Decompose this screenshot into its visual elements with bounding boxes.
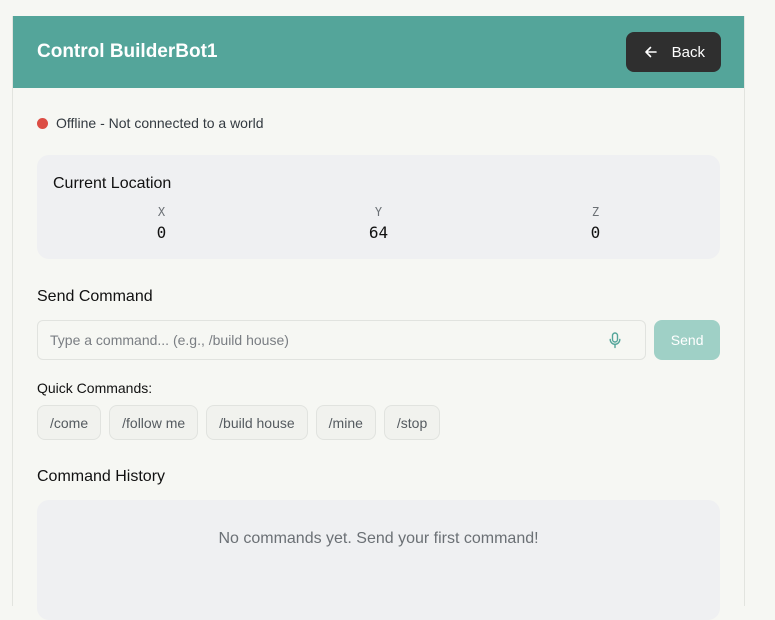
status-text: Offline - Not connected to a world [56, 115, 264, 131]
status-indicator-dot [37, 117, 48, 129]
send-command-title: Send Command [37, 288, 153, 305]
quick-command-come[interactable]: /come [37, 405, 102, 440]
command-input-row: Send [37, 320, 720, 360]
send-button[interactable]: Send [654, 320, 720, 360]
quick-command-follow-me[interactable]: /follow me [109, 405, 199, 440]
coord-z-label: Z [591, 205, 600, 219]
quick-command-mine[interactable]: /mine [315, 405, 376, 440]
coord-z: Z 0 [487, 205, 704, 242]
back-button[interactable]: Back [625, 32, 721, 72]
back-button-label: Back [671, 43, 705, 61]
coord-y-value: 64 [368, 223, 389, 242]
location-title: Current Location [53, 175, 172, 192]
microphone-icon[interactable] [609, 332, 621, 349]
coord-z-value: 0 [590, 223, 601, 242]
coord-x-label: X [157, 205, 166, 219]
quick-command-build-house[interactable]: /build house [206, 405, 308, 440]
coord-y-label: Y [374, 205, 383, 219]
bot-control-panel: Control BuilderBot1 Back Offline - Not c… [12, 16, 745, 620]
location-card: Current Location X 0 Y 64 Z 0 [37, 155, 720, 259]
command-history-empty: No commands yet. Send your first command… [37, 500, 720, 620]
quick-commands: /come /follow me /build house /mine /sto… [37, 405, 720, 440]
command-input-wrapper [37, 320, 647, 360]
coordinates: X 0 Y 64 Z 0 [53, 205, 704, 242]
quick-commands-label: Quick Commands: [37, 380, 153, 396]
panel-header: Control BuilderBot1 Back [13, 16, 744, 88]
arrow-left-icon [644, 45, 658, 59]
connection-status: Offline - Not connected to a world [37, 115, 720, 131]
quick-command-stop[interactable]: /stop [383, 405, 441, 440]
command-history-title: Command History [37, 468, 166, 485]
coord-x-value: 0 [156, 223, 167, 242]
coord-y: Y 64 [270, 205, 487, 242]
panel-body: Offline - Not connected to a world Curre… [13, 115, 744, 620]
coord-x: X 0 [53, 205, 270, 242]
command-input[interactable] [38, 321, 646, 359]
page-title: Control BuilderBot1 [37, 41, 218, 62]
